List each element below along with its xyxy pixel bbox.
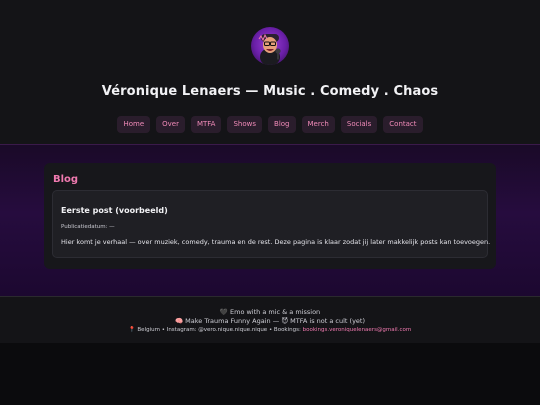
avatar <box>251 27 289 65</box>
nav-merch[interactable]: Merch <box>301 116 335 133</box>
footer-contact: 📍 Belgium • Instagram: @vero.nique.nique… <box>0 326 540 335</box>
booking-email-link[interactable]: bookings.veroniquelenaers@gmail.com <box>303 327 412 333</box>
devil-icon: 😈 <box>281 317 289 325</box>
nav-socials[interactable]: Socials <box>340 116 378 133</box>
post-body: Hier komt je verhaal — over muziek, come… <box>61 238 491 246</box>
footer-mtfa: 🧠 Make Trauma Funny Again — 😈 MTFA is no… <box>0 317 540 326</box>
post-title: Eerste post (voorbeeld) <box>61 206 168 215</box>
footer-mtfa-end: MTFA is not a cult (yet) <box>290 317 366 325</box>
site-header: Véronique Lenaers — Music . Comedy . Cha… <box>0 0 540 145</box>
nav-contact[interactable]: Contact <box>383 116 423 133</box>
nav-blog[interactable]: Blog <box>268 116 296 133</box>
blog-card: Blog Eerste post (voorbeeld) Publicatied… <box>44 163 496 269</box>
site-title: Véronique Lenaers — Music . Comedy . Cha… <box>101 84 439 99</box>
main-content: Blog Eerste post (voorbeeld) Publicatied… <box>0 145 540 296</box>
site-footer: 🖤 Emo with a mic & a mission 🧠 Make Trau… <box>0 296 540 343</box>
footer-tagline: 🖤 Emo with a mic & a mission <box>0 308 540 317</box>
black-heart-icon: 🖤 <box>219 308 228 316</box>
post-date: Publicatiedatum: — <box>61 224 115 230</box>
section-title: Blog <box>53 174 79 185</box>
main-nav: Home Over MTFA Shows Blog Merch Socials … <box>0 116 540 133</box>
footer-tagline-text: Emo with a mic & a mission <box>230 308 321 316</box>
footer-contact-text: Belgium • Instagram: @vero.nique.nique.n… <box>137 327 301 333</box>
nav-shows[interactable]: Shows <box>227 116 263 133</box>
pin-icon: 📍 <box>128 327 136 333</box>
footer-mtfa-text: Make Trauma Funny Again — <box>185 317 280 325</box>
blog-post: Eerste post (voorbeeld) Publicatiedatum:… <box>52 190 491 258</box>
nav-mtfa[interactable]: MTFA <box>190 116 222 133</box>
nav-home[interactable]: Home <box>117 116 151 133</box>
nav-over[interactable]: Over <box>156 116 185 133</box>
page-bottom <box>0 343 540 405</box>
brain-icon: 🧠 <box>174 317 184 325</box>
